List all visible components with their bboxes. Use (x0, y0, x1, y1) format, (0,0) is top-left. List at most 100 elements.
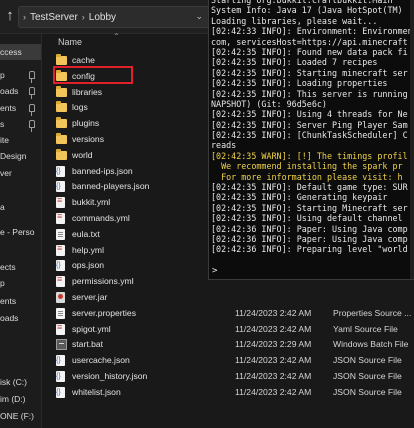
breadcrumb[interactable]: › TestServer › Lobby ⌄ (18, 6, 210, 28)
file-date-modified: 11/24/2023 2:42 AM (235, 307, 312, 318)
sidebar-item[interactable]: p (0, 67, 41, 83)
console-line: [02:42:35 INFO]: Loading properties (211, 78, 388, 89)
yaml-icon (56, 193, 65, 209)
file-name: ops.json (72, 260, 105, 271)
sidebar-item-label: e - Perso (0, 227, 35, 237)
console-line: [02:42:33 INFO]: Environment: Environmen (211, 26, 413, 37)
file-date-modified: 11/24/2023 2:29 AM (235, 339, 312, 350)
file-date-modified: 11/24/2023 2:42 AM (235, 386, 312, 397)
jar-icon (56, 292, 65, 303)
yaml-icon (56, 320, 65, 335)
file-name: plugins (72, 118, 100, 129)
sort-arrow-icon: ⌃ (113, 32, 120, 41)
console-line: [02:42:36 INFO]: Preparing level "world (211, 244, 408, 255)
folder-icon (56, 117, 67, 129)
file-row[interactable]: spigot.yml 11/24/2023 2:42 AM Yaml Source … (43, 320, 414, 337)
json-icon (56, 164, 65, 179)
file-row[interactable]: usercache.json 11/24/2023 2:42 AM JSON Sou… (43, 353, 414, 368)
file-type: JSON Source File (333, 355, 402, 366)
file-name: world (72, 149, 93, 160)
chevron-down-icon[interactable]: ⌄ (195, 11, 203, 22)
console-line: [02:42:35 INFO]: Found new data pack fi (211, 46, 408, 57)
sidebar-item[interactable]: ver (0, 165, 41, 181)
sidebar-item-label: oads (0, 86, 19, 96)
console-scrollbar[interactable] (410, 0, 414, 279)
breadcrumb-item-lobby[interactable]: Lobby (89, 12, 116, 23)
sidebar-item-label: p (0, 70, 5, 80)
file-row[interactable]: server.jar (43, 290, 414, 305)
yaml-icon (56, 241, 65, 256)
pin-icon (29, 104, 35, 116)
folder-icon (56, 54, 67, 65)
sidebar-item[interactable]: ents (0, 293, 41, 309)
sidebar-item[interactable]: s (0, 116, 41, 132)
file-name: banned-ips.json (72, 165, 133, 176)
file-name: logs (72, 102, 88, 113)
sidebar-item-label: ver (0, 168, 12, 178)
sidebar-item[interactable]: ects (0, 259, 41, 275)
console-line: [02:42:36 INFO]: Paper: Using Java comp (211, 223, 408, 234)
yaml-icon (56, 209, 65, 224)
file-name: versions (72, 134, 104, 144)
console-line: NAPSHOT) (Git: 96d5e6c) (211, 98, 327, 109)
sidebar-item[interactable]: a (0, 199, 41, 215)
file-type: Windows Batch File (333, 339, 409, 350)
console-line: [02:42:35 INFO]: Default game type: SUR (211, 182, 408, 193)
sidebar-item[interactable]: im (D:) (0, 391, 41, 407)
address-bar-area: ↑ › TestServer › Lobby ⌄ (0, 0, 214, 34)
console-line: reads (211, 140, 237, 151)
console-output: Starting org.bukkit.craftbukkit.Main Syst… (211, 0, 414, 255)
sidebar-item[interactable]: ite (0, 132, 41, 148)
breadcrumb-item-testserver[interactable]: TestServer (30, 12, 78, 23)
sidebar-item[interactable]: oads (0, 83, 41, 99)
console-line: [02:42:35 INFO]: This server is running (211, 88, 408, 99)
file-name: banned-players.json (72, 181, 150, 192)
file-name: start.bat (72, 339, 104, 350)
file-row[interactable]: server.properties 11/24/2023 2:42 AM Prope… (43, 306, 414, 321)
file-row[interactable]: start.bat 11/24/2023 2:29 AM Windows Batch… (43, 337, 414, 352)
console-line: [02:42:35 INFO]: Server Ping Player Sam (211, 119, 408, 130)
file-name: server.properties (72, 307, 137, 318)
console-line: com, servicesHost=https://api.minecraft (211, 36, 408, 47)
file-name: eula.txt (72, 228, 100, 239)
sidebar-item-label: a (0, 202, 5, 212)
navigation-pane: ccess p oads ents s ite Design ver a e - Perso ect… (0, 34, 42, 428)
console-line: [02:42:35 INFO]: Loaded 7 recipes (211, 57, 378, 68)
file-date-modified: 11/24/2023 2:42 AM (235, 371, 312, 381)
pin-icon (29, 120, 35, 132)
sidebar-item[interactable]: oads (0, 310, 41, 326)
column-header-name[interactable]: Name (58, 37, 82, 47)
sidebar-item[interactable]: e - Perso (0, 224, 41, 240)
doc-icon (56, 307, 65, 319)
file-name: spigot.yml (72, 323, 111, 334)
sidebar-item[interactable]: isk (C:) (0, 374, 41, 390)
sidebar-item[interactable]: ents (0, 100, 41, 116)
yaml-icon (56, 272, 65, 288)
console-line: [02:42:35 WARN]: [!] The timings profil (211, 150, 408, 161)
sidebar-item[interactable]: Design (0, 148, 41, 164)
file-name: version_history.json (72, 371, 148, 381)
folder-icon (56, 133, 67, 144)
file-row[interactable]: version_history.json 11/24/2023 2:42 AM JS… (43, 369, 414, 384)
console-line: System Info: Java 17 (Java HotSpot(TM) (211, 5, 403, 16)
file-name: permissions.yml (72, 276, 134, 287)
console-line: We recommend installing the spark pr (211, 161, 403, 172)
up-arrow-icon[interactable]: ↑ (3, 7, 17, 25)
sidebar-item[interactable]: ONE (F:) (0, 408, 41, 424)
sidebar-item[interactable]: p (0, 275, 41, 291)
console-prompt[interactable]: > (212, 266, 217, 276)
sidebar-item-label: im (D:) (0, 394, 26, 404)
sidebar-item-label: oads (0, 313, 19, 323)
console-line: [02:42:35 INFO]: Using 4 threads for Ne (211, 109, 408, 120)
doc-icon (56, 228, 65, 240)
sidebar-item-label: ects (0, 262, 16, 272)
console-line: [02:42:35 INFO]: [ChunkTaskScheduler] C (211, 130, 408, 141)
sidebar-item-label: ONE (F:) (0, 411, 34, 421)
file-row[interactable]: whitelist.json 11/24/2023 2:42 AM JSON Sou… (43, 385, 414, 400)
folder-icon (56, 85, 67, 97)
server-console-window: Starting org.bukkit.craftbukkit.Main Syst… (208, 0, 414, 280)
breadcrumb-chevron-icon: › (23, 12, 26, 22)
pin-icon (29, 87, 35, 99)
sidebar-item[interactable]: ccess (0, 44, 41, 60)
sidebar-item-label: Design (0, 151, 27, 161)
